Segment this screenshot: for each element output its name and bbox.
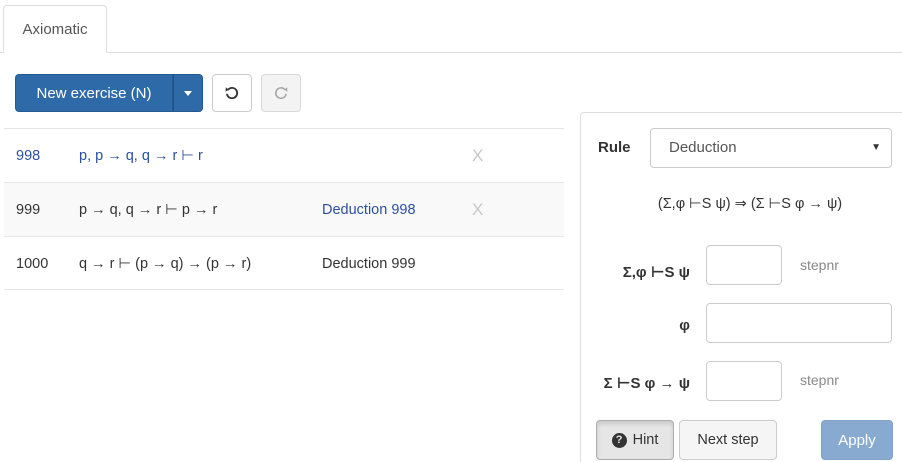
table-row[interactable]: 998 p, p → q, q → r ⊢ r X <box>4 128 564 182</box>
rule-description: (Σ,φ ⊢S ψ) ⇒ (Σ ⊢S φ → ψ) <box>657 196 843 212</box>
step-number: 1000 <box>16 256 49 272</box>
redo-button[interactable] <box>261 74 301 112</box>
rule-select[interactable]: Deduction ▼ <box>650 128 892 168</box>
hint-label: Hint <box>632 432 659 448</box>
stepnr-hint: stepnr <box>800 257 839 273</box>
field-label-premise-1: Σ,φ ⊢S ψ <box>622 264 690 281</box>
field-label-conclusion: Σ ⊢S φ → ψ <box>603 375 690 392</box>
step-number: 998 <box>16 148 41 164</box>
table-row[interactable]: 1000 q → r ⊢ (p → q) → (p → r) Deduction… <box>4 236 564 290</box>
redo-icon <box>275 87 288 100</box>
phi-input[interactable] <box>706 303 892 343</box>
conclusion-stepnr-input[interactable] <box>706 361 782 401</box>
next-step-label: Next step <box>697 432 759 448</box>
step-formula: p, p → q, q → r ⊢ r <box>79 148 203 164</box>
delete-step-icon[interactable]: X <box>472 183 483 237</box>
delete-step-icon[interactable]: X <box>472 129 483 183</box>
field-label-phi: φ <box>679 317 690 334</box>
step-formula: q → r ⊢ (p → q) → (p → r) <box>79 256 252 272</box>
step-formula: p → q, q → r ⊢ p → r <box>79 202 218 218</box>
step-motivation[interactable]: Deduction 998 <box>322 183 416 237</box>
rule-label: Rule <box>598 139 631 156</box>
tab-axiomatic-label: Axiomatic <box>22 20 88 38</box>
stepnr-hint: stepnr <box>800 372 839 388</box>
tab-axiomatic[interactable]: Axiomatic <box>3 5 107 53</box>
dropdown-arrow-icon: ▼ <box>871 142 881 153</box>
new-exercise-group: New exercise (N) <box>15 74 203 112</box>
step-motivation: Deduction 999 <box>322 256 416 272</box>
caret-down-icon <box>184 90 192 96</box>
table-row[interactable]: 999 p → q, q → r ⊢ p → r Deduction 998 X <box>4 182 564 236</box>
hint-button[interactable]: ? Hint <box>596 420 674 460</box>
tab-bar-line <box>0 52 902 53</box>
new-exercise-label: New exercise (N) <box>36 84 152 102</box>
undo-button[interactable] <box>212 74 252 112</box>
apply-button[interactable]: Apply <box>821 420 893 460</box>
question-circle-icon: ? <box>611 432 627 448</box>
rule-select-value: Deduction <box>669 139 737 156</box>
next-step-button[interactable]: Next step <box>679 420 777 460</box>
apply-label: Apply <box>838 431 876 449</box>
premise-1-stepnr-input[interactable] <box>706 245 782 285</box>
proof-steps-list: 998 p, p → q, q → r ⊢ r X 999 p → q, q →… <box>4 128 564 290</box>
step-number: 999 <box>16 202 41 218</box>
new-exercise-dropdown-button[interactable] <box>173 74 203 112</box>
undo-icon <box>225 86 239 100</box>
new-exercise-button[interactable]: New exercise (N) <box>15 74 173 112</box>
